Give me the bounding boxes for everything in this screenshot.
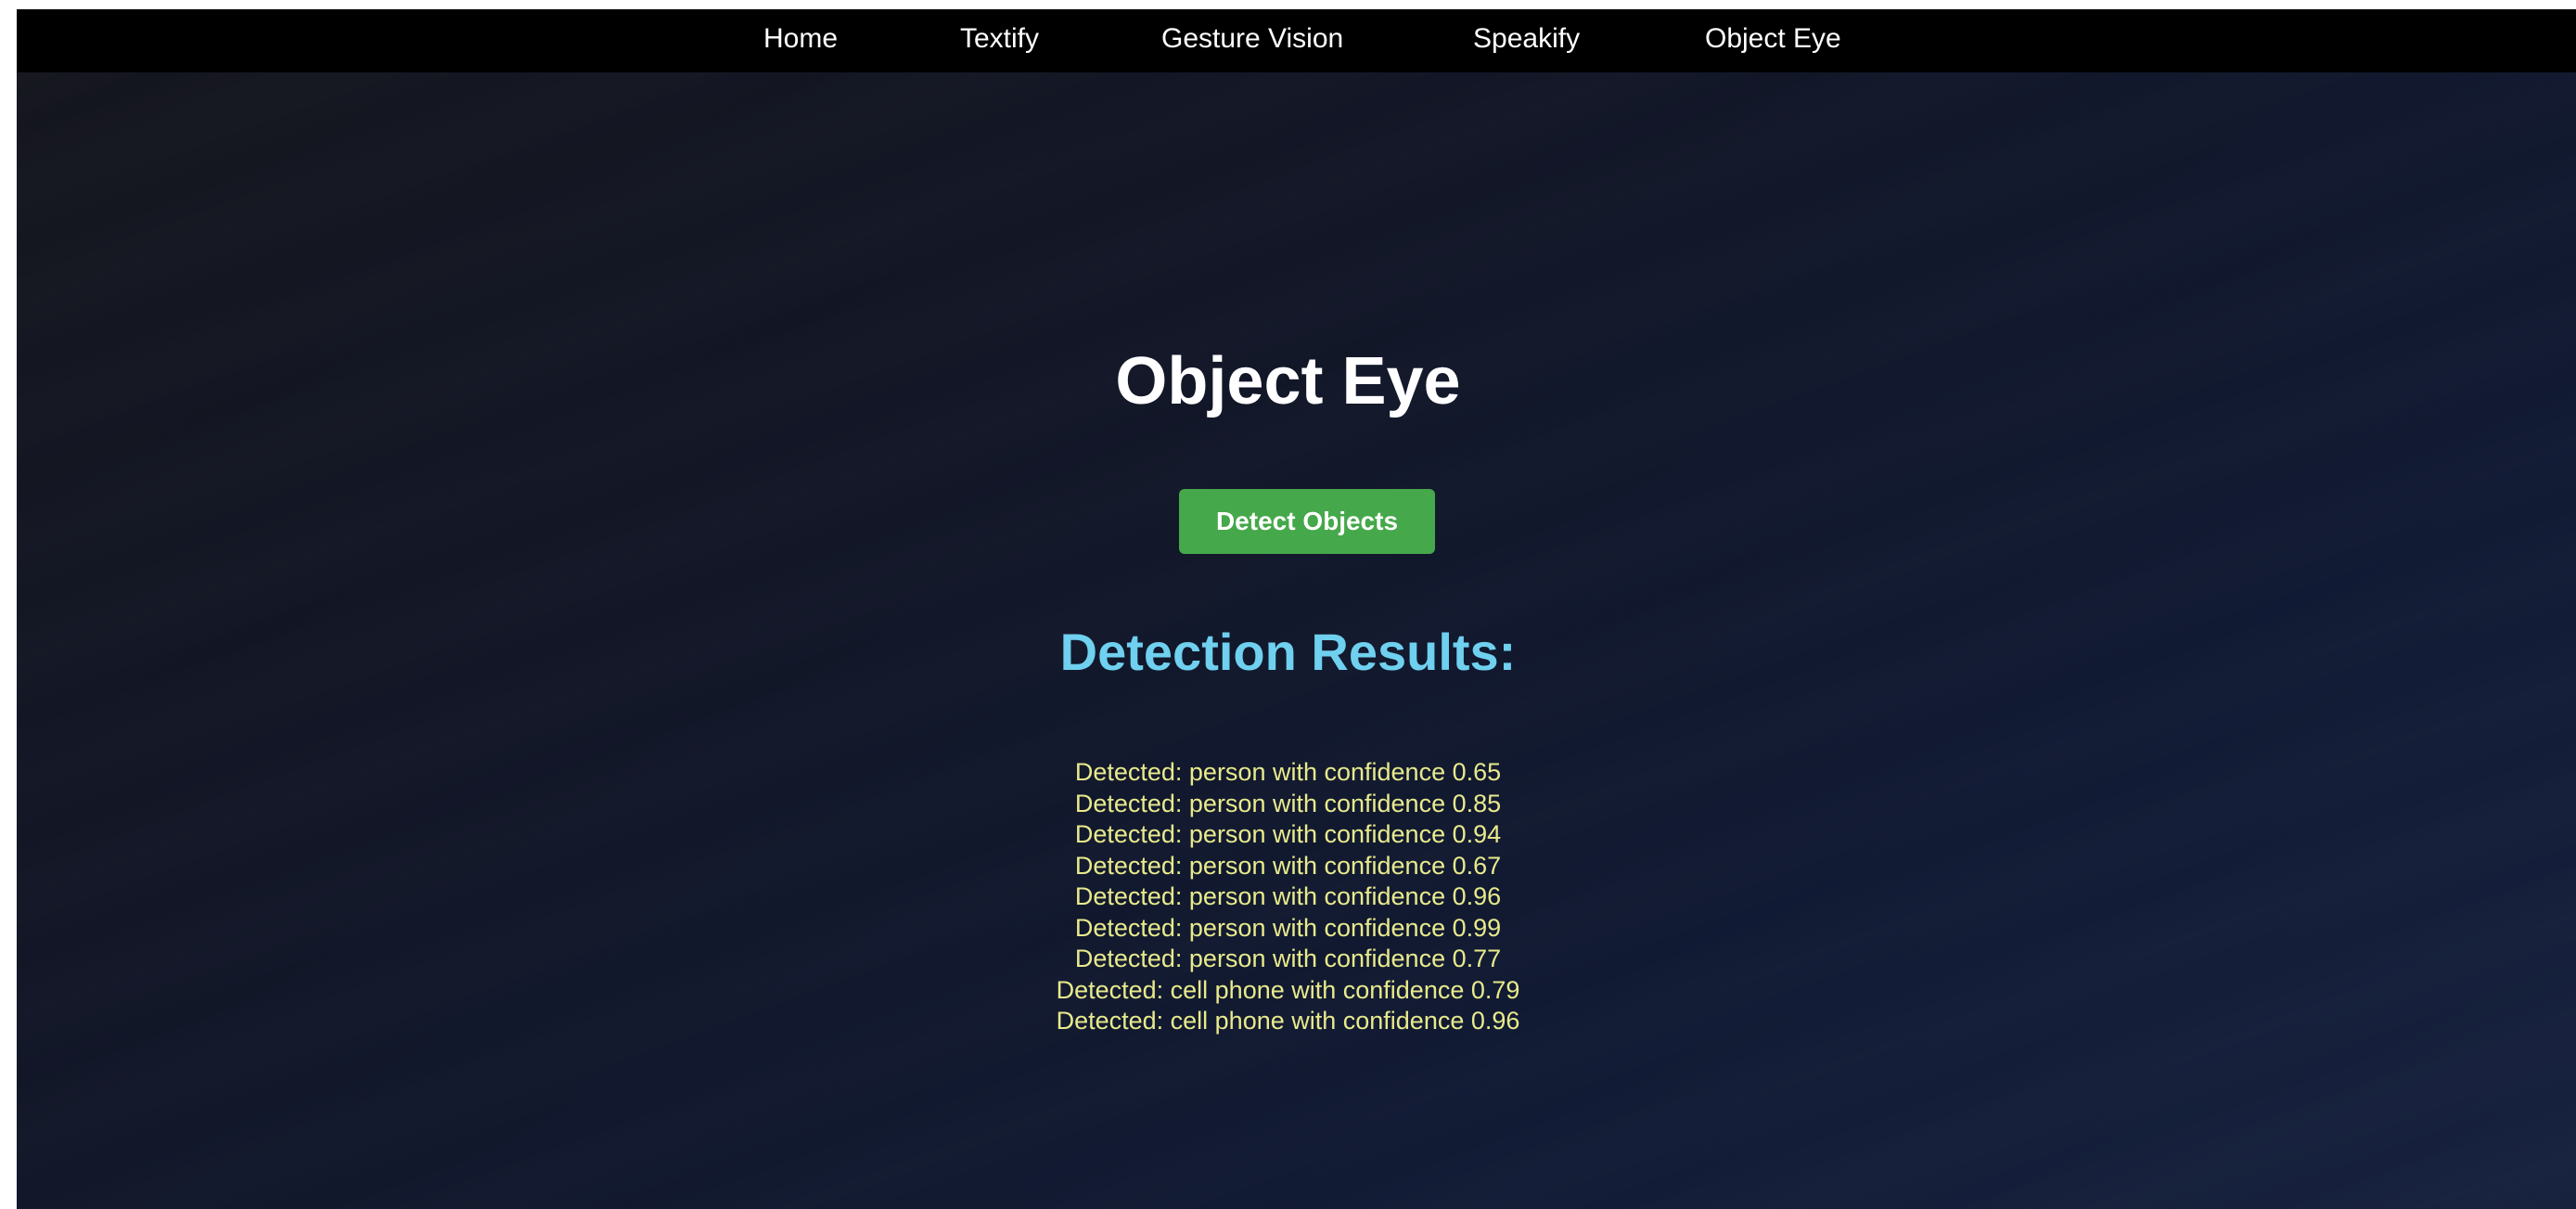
nav-link-speakify[interactable]: Speakify — [1473, 9, 1580, 72]
app-window: Home Textify Gesture Vision Speakify Obj… — [17, 9, 2576, 1209]
result-item: Detected: person with confidence 0.94 — [1074, 820, 1502, 848]
nav-link-textify[interactable]: Textify — [960, 9, 1039, 72]
result-item: Detected: cell phone with confidence 0.9… — [1056, 1007, 1520, 1035]
nav-link-home[interactable]: Home — [763, 9, 838, 72]
detect-objects-button[interactable]: Detect Objects — [1179, 489, 1435, 554]
result-item: Detected: person with confidence 0.99 — [1074, 913, 1502, 942]
result-item: Detected: person with confidence 0.77 — [1074, 945, 1502, 972]
nav-link-object-eye[interactable]: Object Eye — [1705, 9, 1841, 72]
nav-link-gesture-vision[interactable]: Gesture Vision — [1161, 9, 1343, 72]
navbar: Home Textify Gesture Vision Speakify Obj… — [17, 9, 2576, 72]
main-content: Object Eye Detect Objects Detection Resu… — [17, 9, 2576, 1209]
result-item: Detected: cell phone with confidence 0.7… — [1056, 975, 1520, 1004]
results-list: Detected: person with confidence 0.65 De… — [17, 757, 2576, 1037]
result-item: Detected: person with confidence 0.67 — [1074, 851, 1502, 880]
result-item: Detected: person with confidence 0.96 — [1074, 882, 1502, 910]
results-heading: Detection Results: — [1059, 623, 1517, 681]
page-title: Object Eye — [1115, 344, 1461, 418]
result-item: Detected: person with confidence 0.65 — [1074, 758, 1502, 786]
result-item: Detected: person with confidence 0.85 — [1074, 789, 1502, 817]
